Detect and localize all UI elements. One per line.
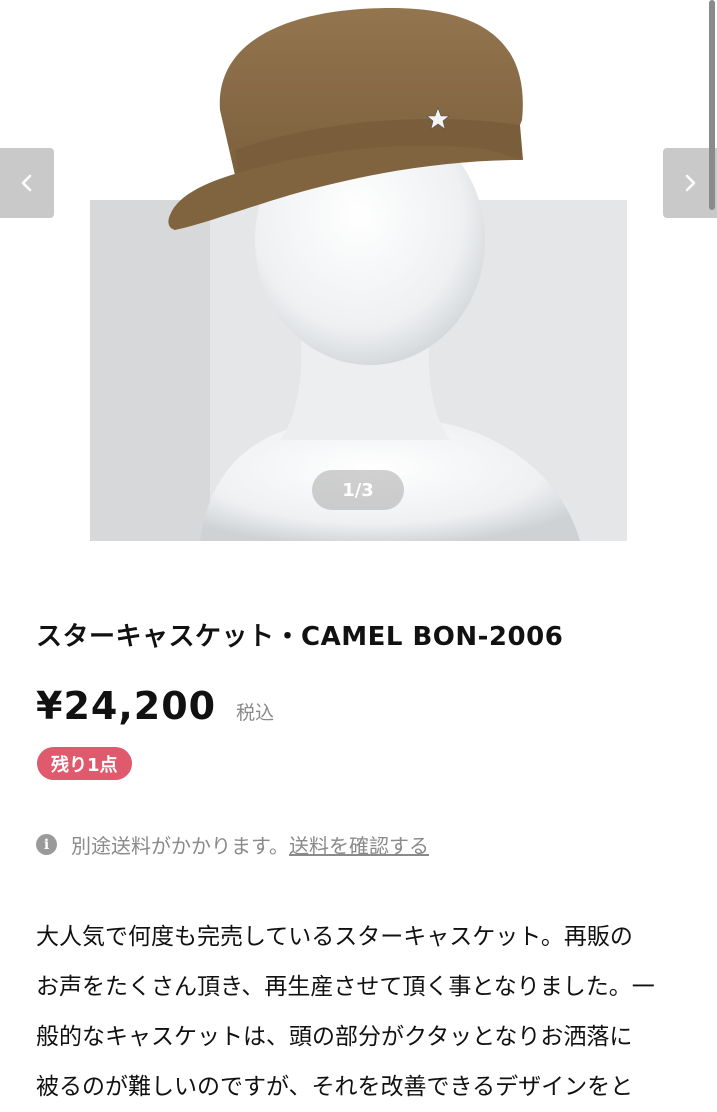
stock-remaining-badge: 残り1点 (37, 747, 132, 780)
product-image-gallery: 1/3 (0, 0, 717, 560)
price-row: ¥24,200 税込 (36, 684, 274, 728)
product-title: スターキャスケット・CAMEL BON-2006 (36, 622, 564, 652)
tax-included-label: 税込 (236, 702, 275, 724)
page-scrollbar[interactable] (709, 0, 715, 210)
shipping-fee-link[interactable]: 送料を確認する (289, 830, 429, 859)
product-price: ¥24,200 (36, 684, 217, 728)
description-line: 大人気で何度も完売しているスターキャスケット。再販の (36, 924, 633, 950)
chevron-left-icon (21, 174, 32, 192)
info-icon: i (36, 834, 57, 855)
shipping-notice: i 別途送料がかかります。 送料を確認する (36, 830, 429, 859)
product-photo[interactable] (90, 0, 627, 541)
description-line: 被るのが難しいのですが、それを改善できるデザインをと (36, 1074, 634, 1100)
product-description: 大人気で何度も完売しているスターキャスケット。再販の お声をたくさん頂き、再生産… (36, 912, 684, 1112)
description-line: 般的なキャスケットは、頭の部分がクタッとなりお洒落に (36, 1024, 633, 1050)
chevron-right-icon (685, 174, 696, 192)
image-counter: 1/3 (312, 470, 404, 510)
shipping-notice-text: 別途送料がかかります。 (71, 834, 289, 858)
previous-image-button[interactable] (0, 148, 54, 218)
description-line: お声をたくさん頂き、再生産させて頂く事となりました。一 (36, 974, 655, 1000)
